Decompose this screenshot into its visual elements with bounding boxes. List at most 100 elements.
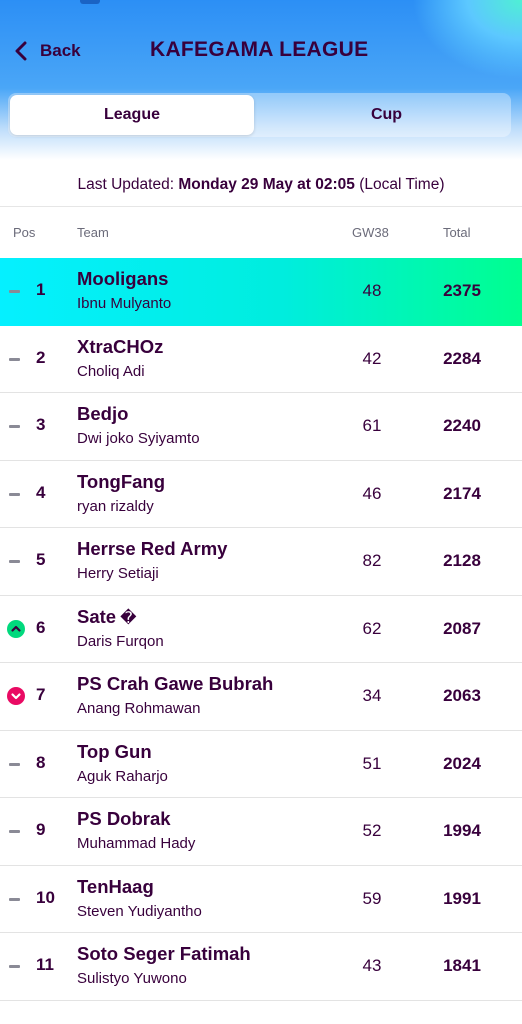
table-row[interactable]: 2 XtraCHOz Choliq Adi 42 2284: [0, 326, 522, 393]
position: 11: [36, 955, 54, 974]
position: 7: [36, 685, 46, 704]
team-name-text: PS Dobrak: [77, 808, 171, 829]
team-name-text: Soto Seger Fatimah: [77, 943, 251, 964]
total-points: 2284: [443, 348, 481, 368]
team-name[interactable]: Mooligans: [77, 268, 168, 290]
rank-same-icon: [9, 357, 20, 361]
team-name[interactable]: Top Gun: [77, 741, 152, 763]
column-gw: GW38: [352, 225, 389, 240]
last-updated-datetime: Monday 29 May at 02:05: [178, 176, 355, 193]
header-notch: [80, 0, 100, 4]
last-updated-suffix: (Local Time): [354, 176, 445, 193]
position: 6: [36, 617, 46, 637]
manager-name: Dwi joko Syiyamto: [77, 430, 200, 447]
manager-name: Herry Setiaji: [77, 565, 159, 582]
team-name-text: TenHaag: [77, 875, 154, 897]
total-points: 1991: [443, 888, 481, 908]
manager-name: Steven Yudiyantho: [77, 902, 202, 920]
team-name[interactable]: PS Crah Gawe Bubrah: [77, 673, 273, 695]
table-row[interactable]: 9 PS Dobrak Muhammad Hady 52 1994: [0, 798, 522, 866]
team-name[interactable]: PS Dobrak: [77, 808, 171, 830]
tab-bar: League Cup: [8, 93, 511, 137]
chevron-left-icon: [15, 41, 27, 61]
rank-down-icon: [7, 687, 25, 705]
total-points: 2024: [443, 753, 481, 773]
position: 10: [36, 887, 55, 907]
column-team: Team: [77, 225, 109, 240]
header: Back KAFEGAMA LEAGUE League Cup: [0, 0, 522, 160]
team-name-text: Herrse Red Army: [77, 538, 228, 559]
team-name-text: XtraCHOz: [77, 335, 164, 357]
table-row[interactable]: 6 Sate � Daris Furqon 62 2087: [0, 596, 522, 663]
table-header: Pos Team GW38 Total: [0, 206, 522, 259]
team-name[interactable]: Sate �: [77, 606, 136, 628]
rank-same-icon: [9, 762, 20, 766]
tab-league[interactable]: League: [10, 95, 254, 135]
team-name[interactable]: TenHaag: [77, 876, 154, 898]
table-row[interactable]: 8 Top Gun Aguk Raharjo 51 2024: [0, 731, 522, 798]
last-updated: Last Updated: Monday 29 May at 02:05 (Lo…: [0, 176, 522, 194]
page-title: KAFEGAMA LEAGUE: [150, 38, 369, 61]
total-points: 2240: [443, 416, 481, 435]
gameweek-points: 62: [362, 618, 382, 638]
rank-same-icon: [9, 560, 20, 563]
team-name[interactable]: Herrse Red Army: [77, 538, 227, 560]
gameweek-points: 42: [362, 348, 382, 368]
table-row[interactable]: 4 TongFang ryan rizaldy 46 2174: [0, 461, 522, 528]
team-name-text: Top Gun: [77, 740, 152, 762]
total-points: 2087: [443, 618, 481, 638]
team-name-text: Bedjo: [77, 403, 129, 424]
gameweek-points: 61: [362, 416, 382, 435]
total-points: 2063: [443, 686, 481, 705]
column-total: Total: [443, 225, 471, 240]
team-name-text: TongFang: [77, 470, 166, 492]
table-row[interactable]: 7 PS Crah Gawe Bubrah Anang Rohmawan 34 2063: [0, 663, 522, 731]
team-name-text: Mooligans: [77, 268, 169, 289]
column-pos: Pos: [13, 225, 36, 240]
position: 4: [36, 482, 46, 502]
position: 5: [36, 550, 46, 569]
team-name[interactable]: Bedjo: [77, 403, 128, 425]
gameweek-points: 82: [362, 551, 382, 570]
gameweek-points: 34: [362, 686, 382, 705]
tab-cup[interactable]: Cup: [264, 95, 509, 135]
position: 2: [36, 347, 46, 367]
position: 1: [36, 280, 46, 299]
gameweek-points: 59: [362, 888, 382, 908]
team-name-text: Sate: [77, 605, 117, 627]
back-button[interactable]: Back: [14, 36, 81, 66]
table-row[interactable]: 11 Soto Seger Fatimah Sulistyo Yuwono 43 184…: [0, 933, 522, 1001]
rank-same-icon: [9, 425, 20, 428]
header-decoration: [412, 0, 522, 80]
manager-name: Aguk Raharjo: [77, 767, 168, 785]
team-glyph: �: [120, 607, 137, 627]
table-row[interactable]: 5 Herrse Red Army Herry Setiaji 82 2128: [0, 528, 522, 596]
table-row[interactable]: 10 TenHaag Steven Yudiyantho 59 1991: [0, 866, 522, 933]
manager-name: Muhammad Hady: [77, 835, 196, 852]
manager-name: Sulistyo Yuwono: [77, 970, 187, 987]
total-points: 1841: [443, 956, 481, 975]
team-name-text: PS Crah Gawe Bubrah: [77, 673, 274, 694]
manager-name: Choliq Adi: [77, 362, 145, 380]
gameweek-points: 46: [362, 483, 382, 503]
rank-same-icon: [9, 965, 20, 968]
total-points: 2174: [443, 483, 481, 503]
rank-up-icon: [7, 619, 25, 638]
manager-name: ryan rizaldy: [77, 497, 154, 515]
manager-name: Ibnu Mulyanto: [77, 295, 172, 312]
standings-table: 1 Mooligans Ibnu Mulyanto 48 2375 2 XtraCHOz Ch…: [0, 258, 522, 1001]
team-name[interactable]: TongFang: [77, 471, 165, 493]
position: 3: [36, 415, 46, 434]
position: 9: [36, 820, 46, 839]
team-name[interactable]: XtraCHOz: [77, 336, 163, 358]
rank-same-icon: [9, 492, 20, 496]
gameweek-points: 52: [362, 821, 382, 840]
table-row[interactable]: 1 Mooligans Ibnu Mulyanto 48 2375: [0, 258, 522, 326]
manager-name: Daris Furqon: [77, 632, 164, 650]
rank-same-icon: [9, 290, 20, 293]
total-points: 1994: [443, 821, 481, 840]
manager-name: Anang Rohmawan: [77, 700, 201, 717]
rank-same-icon: [9, 897, 20, 901]
team-name[interactable]: Soto Seger Fatimah: [77, 943, 251, 965]
table-row[interactable]: 3 Bedjo Dwi joko Syiyamto 61 2240: [0, 393, 522, 461]
